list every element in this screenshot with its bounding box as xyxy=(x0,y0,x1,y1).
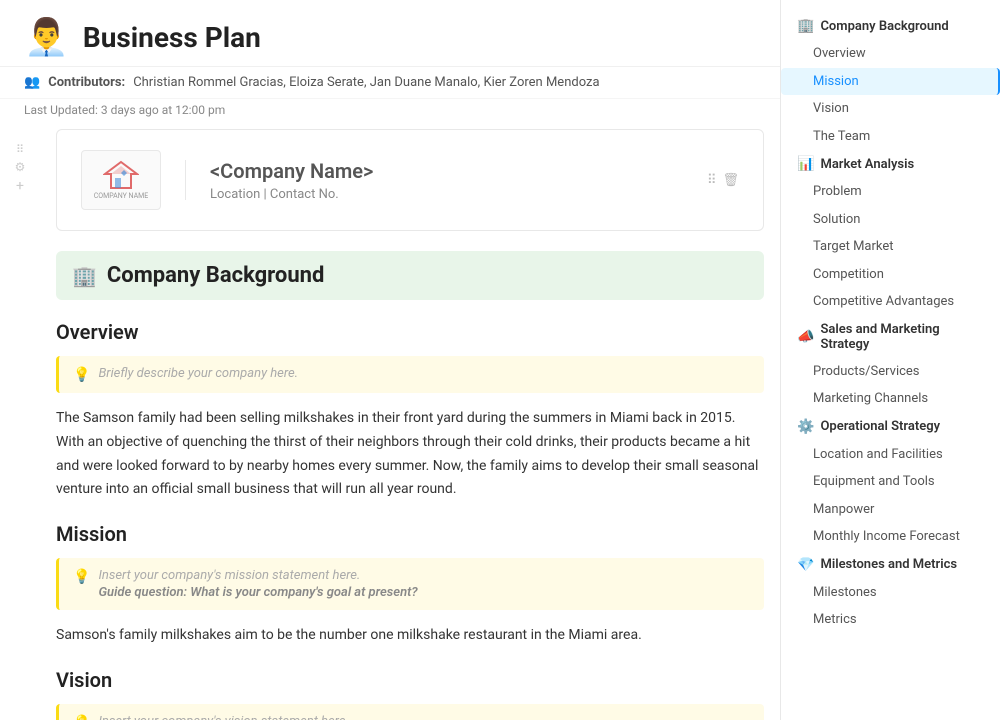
sidebar-item-milestones[interactable]: Milestones xyxy=(781,579,1000,607)
company-logo: COMPANY NAME xyxy=(81,150,161,210)
bulb-icon: 💡 xyxy=(73,367,90,383)
sidebar-item-the-team[interactable]: The Team xyxy=(781,123,1000,151)
megaphone-icon: 📣 xyxy=(797,329,814,345)
block-actions: ⠿ 🗑 xyxy=(707,173,739,188)
sidebar-section-label: Sales and Marketing Strategy xyxy=(820,322,984,352)
contributors-icon: 👥 xyxy=(24,75,40,90)
drag-handle-icon[interactable]: ⠿ xyxy=(16,143,24,156)
diamond-icon: 💎 xyxy=(797,557,814,573)
sidebar-item-marketing-channels[interactable]: Marketing Channels xyxy=(781,385,1000,413)
sidebar-item-manpower[interactable]: Manpower xyxy=(781,496,1000,524)
mission-hint-guide: Guide question: What is your company's g… xyxy=(98,585,417,600)
section-title: Company Background xyxy=(107,263,324,288)
page-emoji: 👨‍💼 xyxy=(24,16,69,58)
sidebar-item-competitive-advantages[interactable]: Competitive Advantages xyxy=(781,288,1000,316)
settings-icon[interactable]: ⚙ xyxy=(15,160,26,174)
add-block-icon[interactable]: + xyxy=(16,178,24,194)
overview-hint-text: Briefly describe your company here. xyxy=(98,366,298,381)
sidebar-section-company-background[interactable]: 🏢 Company Background xyxy=(781,12,1000,40)
bulb-icon-mission: 💡 xyxy=(73,569,90,585)
sidebar: 🏢 Company Background Overview Mission Vi… xyxy=(780,0,1000,720)
sidebar-section-sales-marketing[interactable]: 📣 Sales and Marketing Strategy xyxy=(781,316,1000,358)
sidebar-section-market-analysis[interactable]: 📊 Market Analysis xyxy=(781,150,1000,178)
vision-hint-content: Insert your company's vision statement h… xyxy=(98,714,416,720)
sidebar-section-operational-strategy[interactable]: ⚙️ Operational Strategy xyxy=(781,413,1000,441)
sidebar-item-vision[interactable]: Vision xyxy=(781,95,1000,123)
mission-body: Samson's family milkshakes aim to be the… xyxy=(56,624,764,648)
vision-title: Vision xyxy=(56,668,764,692)
sidebar-item-equipment-tools[interactable]: Equipment and Tools xyxy=(781,468,1000,496)
sidebar-item-problem[interactable]: Problem xyxy=(781,178,1000,206)
sidebar-item-products-services[interactable]: Products/Services xyxy=(781,358,1000,386)
doc-body: ⠿ ⚙ + COMPANY NAME xyxy=(0,129,780,720)
sidebar-section-label: Operational Strategy xyxy=(820,419,940,434)
chart-icon: 📊 xyxy=(797,156,814,172)
sidebar-item-monthly-income[interactable]: Monthly Income Forecast xyxy=(781,523,1000,551)
row-controls: ⠿ ⚙ + xyxy=(0,129,40,720)
overview-hint: 💡 Briefly describe your company here. xyxy=(56,356,764,393)
delete-icon[interactable]: 🗑 xyxy=(722,173,739,188)
mission-title: Mission xyxy=(56,522,764,546)
bulb-icon-vision: 💡 xyxy=(73,715,90,720)
building-icon: 🏢 xyxy=(797,18,814,34)
company-logo-text: COMPANY NAME xyxy=(94,192,149,200)
contributors-names: Christian Rommel Gracias, Eloiza Serate,… xyxy=(133,75,599,90)
company-logo-svg xyxy=(103,160,139,190)
sidebar-section-label: Milestones and Metrics xyxy=(820,557,957,572)
mission-hint: 💡 Insert your company's mission statemen… xyxy=(56,558,764,610)
gear-icon: ⚙️ xyxy=(797,419,814,435)
last-updated: Last Updated: 3 days ago at 12:00 pm xyxy=(0,99,780,129)
main-content: 👨‍💼 Business Plan 👥 Contributors: Christ… xyxy=(0,0,780,720)
sidebar-section-milestones[interactable]: 💎 Milestones and Metrics xyxy=(781,551,1000,579)
overview-body: The Samson family had been selling milks… xyxy=(56,407,764,502)
sidebar-item-solution[interactable]: Solution xyxy=(781,206,1000,234)
sidebar-section-label: Market Analysis xyxy=(820,157,914,172)
company-divider xyxy=(185,160,186,200)
sidebar-item-overview[interactable]: Overview xyxy=(781,40,1000,68)
mission-hint-main: Insert your company's mission statement … xyxy=(98,568,417,583)
page-title: Business Plan xyxy=(83,21,261,54)
mission-hint-content: Insert your company's mission statement … xyxy=(98,568,417,600)
contributors-label: Contributors: xyxy=(48,75,125,90)
sidebar-item-location-facilities[interactable]: Location and Facilities xyxy=(781,441,1000,469)
sidebar-item-mission[interactable]: Mission xyxy=(781,68,1000,96)
doc-content: COMPANY NAME <Company Name> Location | C… xyxy=(40,129,780,720)
overview-title: Overview xyxy=(56,320,764,344)
sidebar-section-label: Company Background xyxy=(820,19,948,34)
company-background-header: 🏢 Company Background xyxy=(56,251,764,300)
sidebar-item-competition[interactable]: Competition xyxy=(781,261,1000,289)
company-contact: Location | Contact No. xyxy=(210,187,373,202)
drag-dots-icon[interactable]: ⠿ xyxy=(707,173,717,188)
company-card: COMPANY NAME <Company Name> Location | C… xyxy=(56,129,764,231)
sidebar-item-target-market[interactable]: Target Market xyxy=(781,233,1000,261)
contributors-bar: 👥 Contributors: Christian Rommel Gracias… xyxy=(0,67,780,99)
company-details: <Company Name> Location | Contact No. xyxy=(210,159,373,202)
vision-hint: 💡 Insert your company's vision statement… xyxy=(56,704,764,720)
vision-hint-main: Insert your company's vision statement h… xyxy=(98,714,416,720)
building-icon-section: 🏢 xyxy=(72,264,97,288)
sidebar-item-metrics[interactable]: Metrics xyxy=(781,606,1000,634)
page-header: 👨‍💼 Business Plan xyxy=(0,0,780,67)
company-name[interactable]: <Company Name> xyxy=(210,159,373,183)
